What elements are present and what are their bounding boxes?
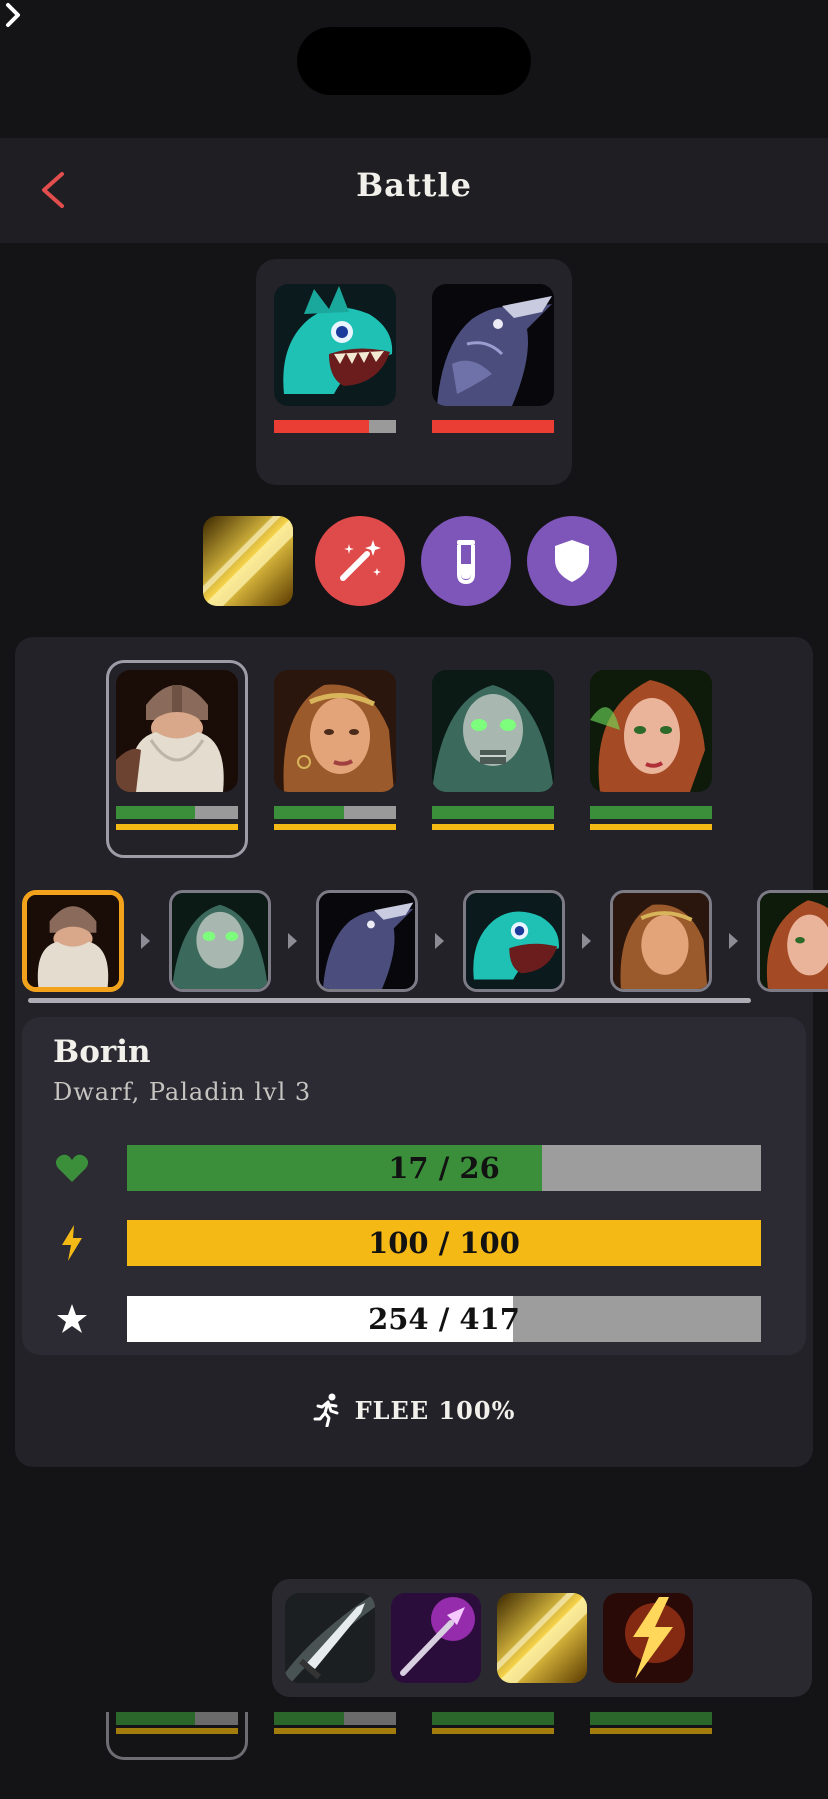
hp-bar: 17 / 26 [127, 1145, 761, 1191]
turn-arrow-icon [729, 933, 738, 949]
magic-wand-icon [340, 540, 381, 581]
green-elf-icon [590, 670, 712, 792]
test-tube-icon [457, 540, 475, 585]
ghost-energy-bar [116, 1728, 238, 1734]
turn-slot-sea-serpent[interactable] [463, 890, 565, 992]
potion-button[interactable] [421, 516, 511, 606]
elf-woman-icon [613, 893, 709, 989]
chevron-right-icon [6, 3, 20, 27]
party-hp-bar [590, 806, 712, 819]
party-hp-bar [116, 806, 238, 819]
enemy-hp-bar-raven [432, 420, 554, 433]
party-portrait-elf-woman[interactable] [274, 670, 396, 792]
enemy-portrait-sea-serpent[interactable] [274, 284, 396, 406]
slash-icon [497, 1593, 587, 1683]
green-elf-icon [760, 893, 828, 989]
party-hp-bar [274, 806, 396, 819]
ghost-hp-bar [274, 1712, 396, 1725]
skill-dagger[interactable] [285, 1593, 375, 1683]
ghost-hp-bar [116, 1712, 238, 1725]
party-portrait-dwarf-paladin[interactable] [116, 670, 238, 792]
skill-golden-slash[interactable] [497, 1593, 587, 1683]
lightning-icon [52, 1223, 92, 1263]
camera-notch [297, 27, 531, 95]
elf-woman-icon [274, 670, 396, 792]
shield-icon [555, 540, 589, 582]
dwarf-icon [116, 670, 238, 792]
magic-spear-icon [391, 1593, 481, 1683]
sea-serpent-icon [274, 284, 396, 406]
page-title: Battle [356, 166, 472, 204]
party-portrait-green-elf[interactable] [590, 670, 712, 792]
slash-icon [203, 516, 293, 606]
turn-slot-elf-woman[interactable] [610, 890, 712, 992]
dwarf-icon [27, 895, 119, 987]
enemy-hp-fill [274, 420, 370, 433]
turn-arrow-icon [141, 933, 150, 949]
enemy-portrait-raven[interactable] [432, 284, 554, 406]
party-portrait-undead-warrior[interactable] [432, 670, 554, 792]
xp-value: 254 / 417 [368, 1302, 520, 1336]
running-person-icon [313, 1393, 339, 1427]
ghost-hp-bar [432, 1712, 554, 1725]
slash-skill-button[interactable] [203, 516, 293, 606]
party-hp-bar [432, 806, 554, 819]
raven-icon [432, 284, 554, 406]
turn-arrow-icon [435, 933, 444, 949]
party-energy-bar [274, 824, 396, 830]
ghost-hp-bar [590, 1712, 712, 1725]
enemy-hp-fill [432, 420, 554, 433]
party-hp-fill [274, 806, 344, 819]
hero-name: Borin [53, 1034, 151, 1070]
lightning-strike-icon [603, 1593, 693, 1683]
sea-serpent-icon [466, 893, 562, 989]
party-energy-bar [590, 824, 712, 830]
ghost-hp-fill [116, 1712, 196, 1725]
undead-icon [172, 893, 268, 989]
magic-wand-button[interactable] [315, 516, 405, 606]
star-icon [52, 1299, 92, 1339]
turn-arrow-icon [582, 933, 591, 949]
defend-button[interactable] [527, 516, 617, 606]
dagger-icon [285, 1593, 375, 1683]
undead-icon [432, 670, 554, 792]
turn-slot-raven[interactable] [316, 890, 418, 992]
ghost-hp-fill [274, 1712, 344, 1725]
ghost-energy-bar [432, 1728, 554, 1734]
party-hp-fill [432, 806, 554, 819]
energy-value: 100 / 100 [368, 1226, 520, 1260]
party-hp-fill [116, 806, 196, 819]
party-energy-bar [116, 824, 238, 830]
raven-icon [319, 893, 415, 989]
skill-magic-spear[interactable] [391, 1593, 481, 1683]
flee-button[interactable]: FLEE 100% [0, 1393, 828, 1427]
heart-icon [52, 1148, 92, 1188]
turn-slot-dwarf-paladin[interactable] [22, 890, 124, 992]
ghost-energy-bar [274, 1728, 396, 1734]
turn-slot-undead-warrior[interactable] [169, 890, 271, 992]
enemy-hp-bar-sea-serpent [274, 420, 396, 433]
skill-lightning[interactable] [603, 1593, 693, 1683]
xp-bar: 254 / 417 [127, 1296, 761, 1342]
ghost-energy-bar [590, 1728, 712, 1734]
hero-class: Dwarf, Paladin lvl 3 [53, 1078, 312, 1106]
turn-order-scrollbar[interactable] [28, 998, 751, 1003]
flee-label: FLEE 100% [354, 1395, 516, 1425]
turn-arrow-icon [288, 933, 297, 949]
party-energy-bar [432, 824, 554, 830]
turn-slot-green-elf[interactable] [757, 890, 828, 992]
energy-bar: 100 / 100 [127, 1220, 761, 1266]
party-hp-fill [590, 806, 712, 819]
hp-value: 17 / 26 [388, 1151, 500, 1185]
